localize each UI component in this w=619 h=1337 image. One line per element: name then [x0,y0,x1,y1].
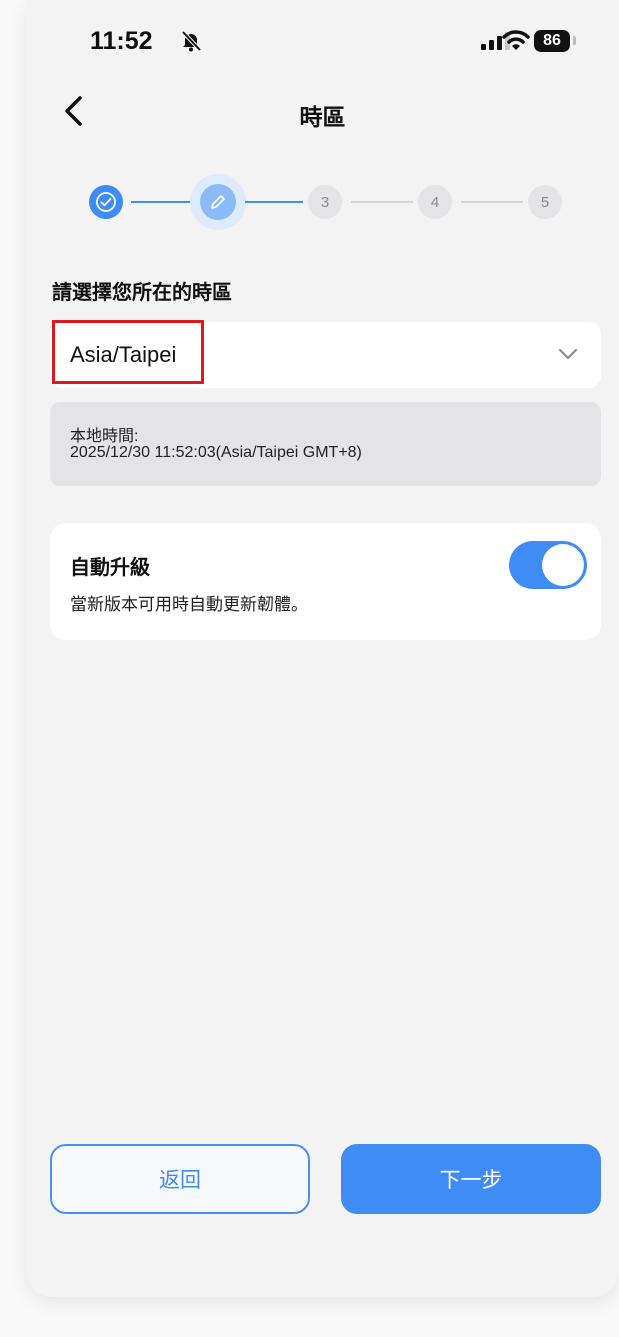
highlight-box [52,320,204,384]
chevron-down-icon [559,349,577,359]
local-time-value: 2025/12/30 11:52:03(Asia/Taipei GMT+8) [70,444,362,461]
battery-nub [573,36,576,45]
next-button[interactable]: 下一步 [341,1144,601,1214]
wifi-icon [502,30,530,50]
step-connector-1 [131,201,191,203]
bell-slash-icon [181,30,202,52]
battery-level: 86 [534,30,570,52]
auto-upgrade-toggle[interactable] [509,541,587,589]
back-button[interactable]: 返回 [50,1144,310,1214]
step-connector-3 [351,201,413,203]
pencil-icon [211,195,225,209]
step-connector-4 [461,201,523,203]
step-5: 5 [528,185,562,219]
status-time: 11:52 [90,27,153,55]
local-time-box: 本地時間: 2025/12/30 11:52:03(Asia/Taipei GM… [50,402,601,486]
toggle-knob [542,544,584,586]
page-title: 時區 [299,104,346,130]
auto-upgrade-title: 自動升級 [70,557,150,579]
timezone-section-label: 請選擇您所在的時區 [52,282,232,304]
auto-upgrade-card: 自動升級 當新版本可用時自動更新韌體。 [50,523,601,640]
step-3: 3 [308,185,342,219]
step-4: 4 [418,185,452,219]
phone-screen: 11:52 86 時區 3 4 5 請選擇您所在的時區 Asia/Taipei … [26,0,619,1297]
check-circle-icon [96,192,116,212]
auto-upgrade-description: 當新版本可用時自動更新韌體。 [70,595,308,614]
step-2-current [200,184,236,220]
local-time-label: 本地時間: [70,428,139,445]
step-1-done [89,185,123,219]
step-connector-2 [245,201,303,203]
